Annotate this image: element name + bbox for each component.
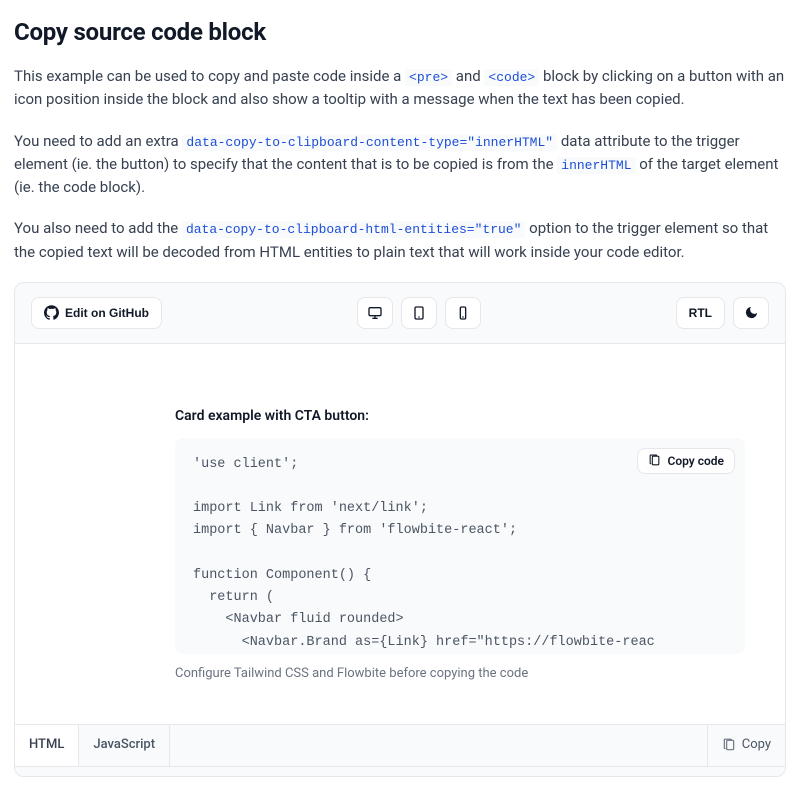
intro-paragraph-3: You also need to add the data-copy-to-cl… — [14, 217, 786, 264]
copy-code-label: Copy code — [667, 454, 724, 468]
tablet-view-button[interactable] — [401, 297, 437, 329]
code-block: 'use client'; import Link from 'next/lin… — [175, 438, 745, 654]
tabs-spacer — [170, 725, 707, 766]
section-heading: Copy source code block — [14, 14, 786, 51]
tab-html[interactable]: HTML — [15, 725, 79, 766]
copy-label: Copy — [742, 735, 771, 755]
text: You need to add an extra — [14, 132, 182, 150]
text: and — [456, 67, 485, 85]
edit-on-github-label: Edit on GitHub — [65, 306, 149, 320]
copy-icon — [722, 738, 736, 752]
inline-code-pre: <pre> — [405, 69, 452, 86]
mobile-icon — [455, 305, 471, 321]
desktop-icon — [367, 305, 383, 321]
preview-area: Card example with CTA button: 'use clien… — [15, 344, 785, 724]
inline-code-content-type: data-copy-to-clipboard-content-type="inn… — [182, 134, 557, 151]
intro-paragraph-1: This example can be used to copy and pas… — [14, 65, 786, 112]
code-output-strip — [15, 766, 785, 776]
inline-code-html-entities: data-copy-to-clipboard-html-entities="tr… — [182, 221, 525, 238]
copy-toolbar-button[interactable]: Copy — [707, 725, 785, 766]
mobile-view-button[interactable] — [445, 297, 481, 329]
tablet-icon — [411, 305, 427, 321]
code-tabs-row: HTML JavaScript Copy — [15, 724, 785, 766]
text: This example can be used to copy and pas… — [14, 67, 405, 85]
example-panel: Edit on GitHub RTL — [14, 282, 786, 777]
inline-code-innerhtml: innerHTML — [557, 157, 635, 174]
text: You also need to add the — [14, 219, 182, 237]
toolbar-center — [357, 297, 481, 329]
toolbar-left: Edit on GitHub — [31, 297, 162, 329]
rtl-toggle-button[interactable]: RTL — [676, 297, 725, 329]
inline-code-code: <code> — [484, 69, 539, 86]
rtl-label: RTL — [689, 306, 712, 320]
edit-on-github-button[interactable]: Edit on GitHub — [31, 297, 162, 329]
intro-paragraph-2: You need to add an extra data-copy-to-cl… — [14, 130, 786, 200]
github-icon — [44, 305, 59, 320]
code-content: 'use client'; import Link from 'next/lin… — [193, 457, 655, 650]
preview-title: Card example with CTA button: — [175, 406, 745, 428]
panel-toolbar: Edit on GitHub RTL — [15, 283, 785, 344]
dark-mode-toggle-button[interactable] — [733, 297, 769, 329]
tab-javascript[interactable]: JavaScript — [79, 725, 170, 766]
preview-caption: Configure Tailwind CSS and Flowbite befo… — [175, 664, 745, 684]
desktop-view-button[interactable] — [357, 297, 393, 329]
clipboard-icon — [648, 454, 661, 467]
toolbar-right: RTL — [676, 297, 769, 329]
moon-icon — [744, 305, 759, 320]
copy-code-button[interactable]: Copy code — [637, 448, 735, 474]
